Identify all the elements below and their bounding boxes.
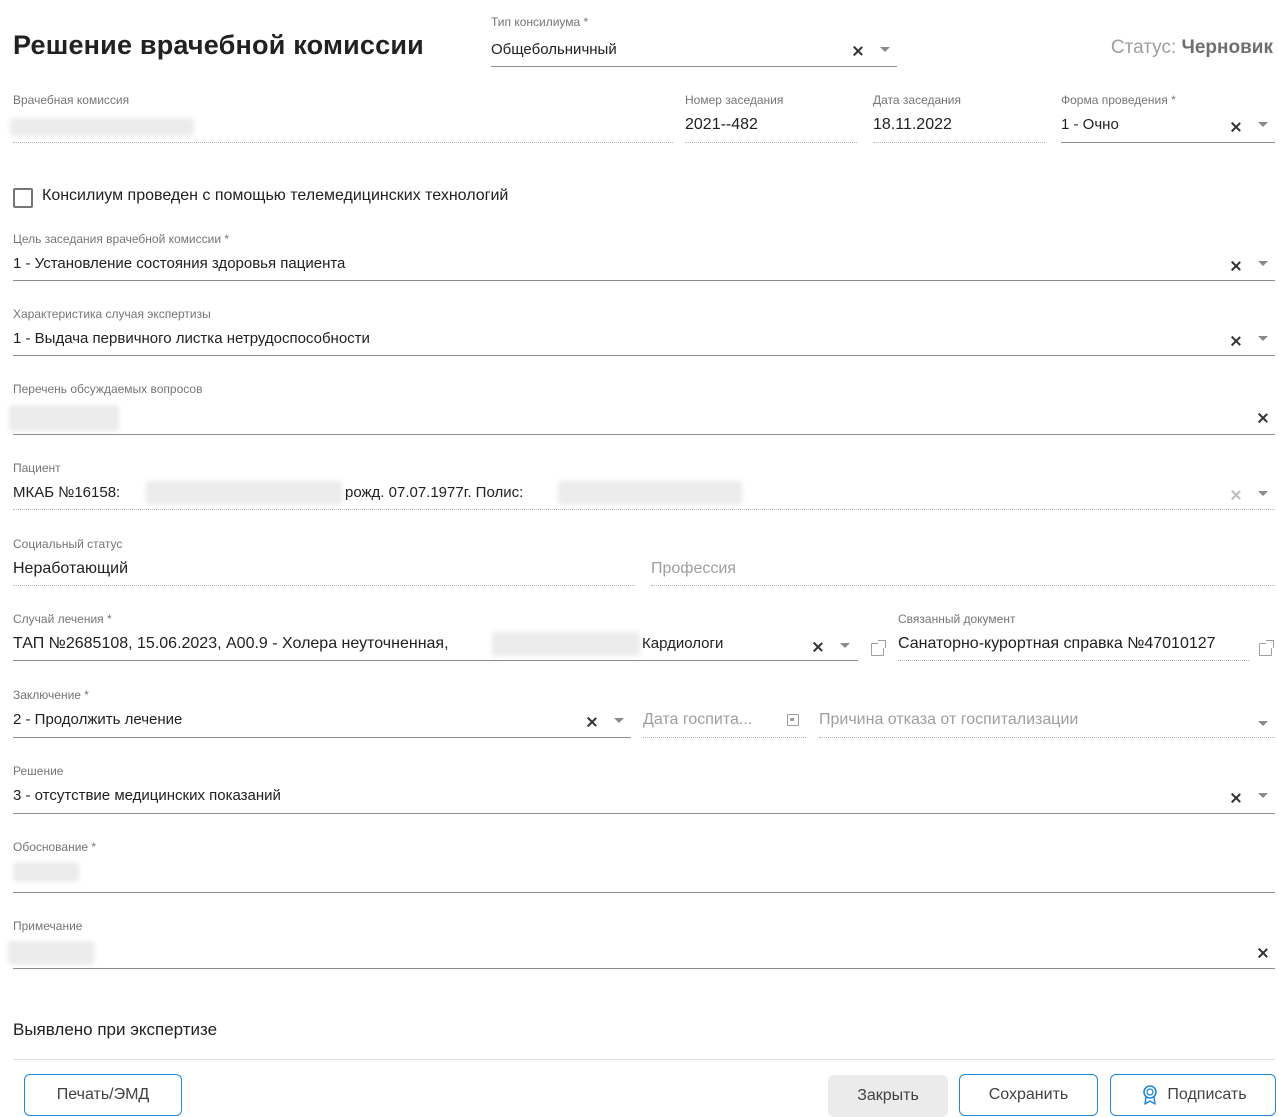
purpose-label: Цель заседания врачебной комиссии *	[13, 232, 230, 246]
sign-label: Подписать	[1167, 1086, 1247, 1103]
conclusion-label: Заключение *	[13, 688, 89, 702]
patient-label: Пациент	[13, 461, 61, 475]
chevron-down-icon[interactable]	[1258, 721, 1268, 726]
close-icon	[1228, 487, 1244, 503]
note-label: Примечание	[13, 919, 83, 933]
note-underline[interactable]	[13, 968, 1275, 969]
linked-document-underline	[898, 660, 1249, 661]
hosp-date-underline	[643, 737, 806, 738]
status-label: Статус:	[1110, 37, 1177, 58]
expertise-underline	[13, 355, 1275, 356]
chevron-down-icon[interactable]	[1258, 491, 1268, 496]
refusal-reason-select[interactable]: Причина отказа от госпитализации	[819, 711, 1078, 729]
case-underline	[13, 660, 858, 661]
social-status-label: Социальный статус	[13, 537, 123, 551]
form-underline	[1061, 142, 1275, 143]
session-number-label: Номер заседания	[685, 93, 784, 107]
questions-value-redacted	[9, 405, 119, 431]
decision-select[interactable]: 3 - отсутствие медицинских показаний	[13, 787, 281, 804]
status-badge: Черновик	[1181, 37, 1273, 58]
chevron-down-icon[interactable]	[1258, 122, 1268, 127]
certificate-icon	[1143, 1085, 1158, 1105]
close-icon[interactable]	[850, 43, 866, 59]
session-date-label: Дата заседания	[873, 93, 961, 107]
questions-underline[interactable]	[13, 434, 1275, 435]
justification-value-redacted	[13, 862, 79, 882]
justification-label: Обоснование *	[13, 840, 97, 854]
close-icon[interactable]	[1228, 258, 1244, 274]
session-number-value: 2021--482	[685, 116, 758, 133]
patient-prefix: МКАБ №16158:	[13, 484, 121, 501]
social-status-underline	[13, 585, 635, 586]
case-value-redacted	[492, 632, 640, 656]
form-label: Форма проведения *	[1061, 93, 1176, 107]
justification-underline[interactable]	[13, 892, 1275, 893]
close-icon[interactable]	[1228, 119, 1244, 135]
close-icon[interactable]	[1228, 790, 1244, 806]
chevron-down-icon[interactable]	[1258, 261, 1268, 266]
section-title: Выявлено при экспертизе	[13, 1020, 218, 1039]
purpose-select[interactable]: 1 - Установление состояния здоровья паци…	[13, 255, 345, 272]
expertise-label: Характеристика случая экспертизы	[13, 307, 211, 321]
external-link-icon[interactable]	[871, 640, 886, 656]
linked-document-label: Связанный документ	[898, 612, 1016, 626]
print-button[interactable]: Печать/ЭМД	[24, 1074, 182, 1116]
patient-underline	[13, 509, 1275, 510]
page-title: Решение врачебной комиссии	[13, 30, 424, 60]
case-select[interactable]: ТАП №2685108, 15.06.2023, A00.9 - Холера…	[13, 635, 449, 653]
chevron-down-icon[interactable]	[614, 718, 624, 723]
consilium-type-underline	[491, 66, 897, 67]
chevron-down-icon[interactable]	[1258, 793, 1268, 798]
consilium-type-label: Тип консилиума *	[491, 15, 589, 29]
section-divider	[13, 1059, 1275, 1060]
session-date-underline	[873, 142, 1045, 143]
profession-field: Профессия	[651, 560, 736, 577]
commission-value-redacted	[10, 118, 194, 136]
expertise-select[interactable]: 1 - Выдача первичного листка нетрудоспос…	[13, 330, 370, 347]
questions-label: Перечень обсуждаемых вопросов	[13, 382, 203, 396]
conclusion-select[interactable]: 2 - Продолжить лечение	[13, 711, 182, 728]
profession-underline	[651, 585, 1275, 586]
status-block: Статус: Черновик	[1111, 37, 1273, 59]
linked-document-value: Санаторно-курортная справка №47010127	[898, 635, 1216, 652]
close-icon[interactable]	[1255, 410, 1271, 426]
consilium-type-select[interactable]: Общебольничный	[491, 41, 617, 58]
decision-label: Решение	[13, 764, 64, 778]
commission-label: Врачебная комиссия	[13, 93, 130, 107]
chevron-down-icon[interactable]	[1258, 336, 1268, 341]
close-icon[interactable]	[810, 639, 826, 655]
close-icon[interactable]	[584, 714, 600, 730]
telemedicine-checkbox[interactable]	[13, 188, 33, 208]
external-link-icon[interactable]	[1259, 640, 1274, 656]
purpose-underline	[13, 280, 1275, 281]
close-icon[interactable]	[1228, 333, 1244, 349]
patient-name-redacted	[146, 481, 342, 505]
close-icon[interactable]	[1255, 945, 1271, 961]
refusal-reason-underline	[819, 737, 1275, 738]
commission-underline	[13, 142, 673, 143]
save-button[interactable]: Сохранить	[959, 1074, 1098, 1116]
sign-button[interactable]: Подписать	[1110, 1074, 1276, 1116]
chevron-down-icon[interactable]	[880, 47, 890, 52]
patient-birth: рожд. 07.07.1977г. Полис:	[345, 484, 524, 501]
telemedicine-label: Консилиум проведен с помощью телемедицин…	[42, 187, 509, 204]
case-label: Случай лечения *	[13, 612, 112, 626]
chevron-down-icon[interactable]	[840, 643, 850, 648]
case-suffix: Кардиологи	[642, 635, 724, 652]
calendar-icon[interactable]	[787, 714, 799, 726]
social-status-value: Неработающий	[13, 560, 129, 577]
close-button[interactable]: Закрыть	[828, 1075, 948, 1117]
hosp-date-field[interactable]: Дата госпита...	[643, 711, 752, 729]
decision-underline	[13, 813, 1275, 814]
form-select[interactable]: 1 - Очно	[1061, 116, 1119, 133]
conclusion-underline	[13, 737, 631, 738]
session-number-underline	[685, 142, 857, 143]
session-date-value: 18.11.2022	[873, 116, 952, 133]
note-value-redacted	[8, 941, 94, 965]
patient-policy-redacted	[558, 481, 742, 505]
